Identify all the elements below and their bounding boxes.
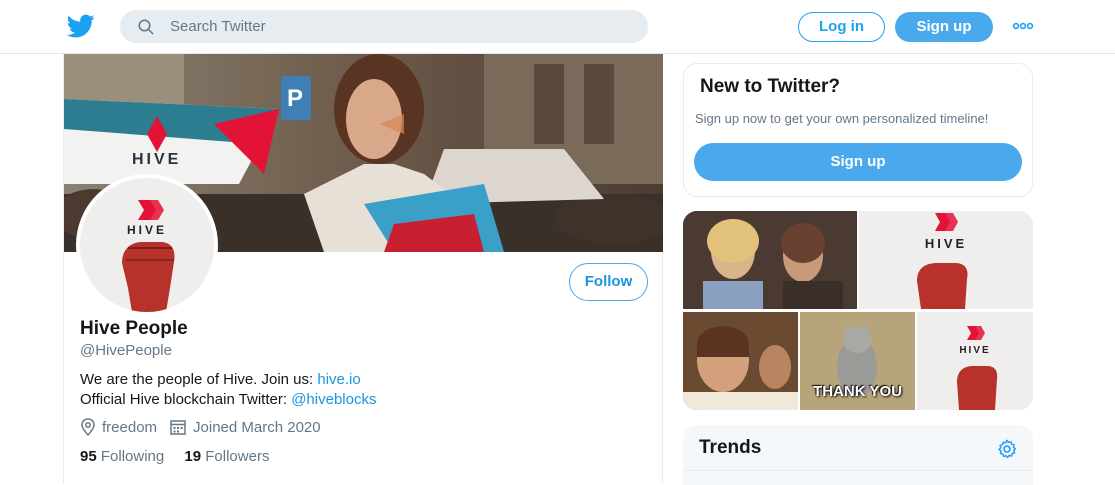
thank-you-caption: THANK YOU (813, 383, 902, 400)
followers-count: 19 (184, 448, 202, 465)
media-tile-2[interactable]: HIVE (859, 211, 1033, 309)
profile-stats: 95 Following 19 Followers (80, 448, 269, 465)
trends-title: Trends (699, 437, 762, 458)
banner-hive-text: HIVE (132, 151, 182, 168)
twitter-bird-icon[interactable] (66, 12, 96, 40)
calendar-icon (170, 420, 186, 435)
media-tile-1[interactable] (683, 211, 857, 309)
search-input[interactable] (170, 10, 630, 43)
bio-line2-text: Official Hive blockchain Twitter: (80, 391, 292, 408)
location-pin-icon (81, 418, 95, 436)
bio-link-hive-io[interactable]: hive.io (317, 371, 360, 388)
new-to-twitter-title: New to Twitter? (700, 76, 841, 97)
media-image-man (683, 312, 798, 410)
search-bar[interactable] (120, 10, 648, 43)
new-to-twitter-card: New to Twitter? Sign up now to get your … (683, 63, 1033, 197)
profile-bio: We are the people of Hive. Join us: hive… (80, 370, 376, 410)
profile-avatar[interactable]: HIVE (76, 174, 218, 316)
profile-handle: @HivePeople (80, 342, 172, 359)
media-tile-5[interactable]: HIVE (917, 312, 1033, 410)
profile-name: Hive People (80, 318, 188, 339)
following-count: 95 (80, 448, 97, 465)
media-hive-text-2: HIVE (959, 345, 991, 356)
signup-card-button[interactable]: Sign up (694, 143, 1022, 181)
hive-fist-logo (80, 178, 214, 312)
following-link[interactable]: 95 Following (80, 448, 164, 465)
followers-link[interactable]: 19 Followers (184, 448, 269, 465)
bio-line1-text: We are the people of Hive. Join us: (80, 371, 318, 388)
top-navigation-bar: Log in Sign up (0, 0, 1115, 54)
trends-panel: Trends (683, 425, 1033, 485)
svg-text:P: P (287, 85, 303, 112)
media-hive-text-1: HIVE (924, 236, 968, 251)
media-tile-4[interactable]: THANK YOU (800, 312, 915, 410)
media-tile-3[interactable] (683, 312, 798, 410)
new-to-twitter-subtitle: Sign up now to get your own personalized… (695, 111, 989, 126)
following-label: Following (100, 448, 165, 465)
follow-button[interactable]: Follow (569, 263, 648, 301)
search-icon (138, 19, 154, 35)
avatar-hive-text: HIVE (126, 223, 167, 237)
bio-link-hiveblocks[interactable]: @hiveblocks (291, 391, 376, 408)
media-image-hive-fist (859, 211, 1033, 309)
media-grid: HIVE THANK YOU HIVE (683, 211, 1033, 410)
more-options-icon[interactable] (1012, 20, 1034, 32)
trends-divider (683, 470, 1033, 471)
profile-location: freedom (102, 418, 158, 436)
login-button[interactable]: Log in (798, 12, 885, 42)
gear-icon[interactable] (996, 438, 1018, 460)
media-image-hive-fist-2 (917, 312, 1033, 410)
signup-button[interactable]: Sign up (895, 12, 993, 42)
profile-column: P HIVE HIVE Follow Hive People @HivePeop… (63, 54, 663, 484)
followers-label: Followers (205, 448, 270, 465)
profile-meta: freedom Joined March 2020 (80, 418, 321, 436)
profile-joined-date: Joined March 2020 (193, 418, 321, 436)
media-image-crowd (683, 211, 857, 309)
